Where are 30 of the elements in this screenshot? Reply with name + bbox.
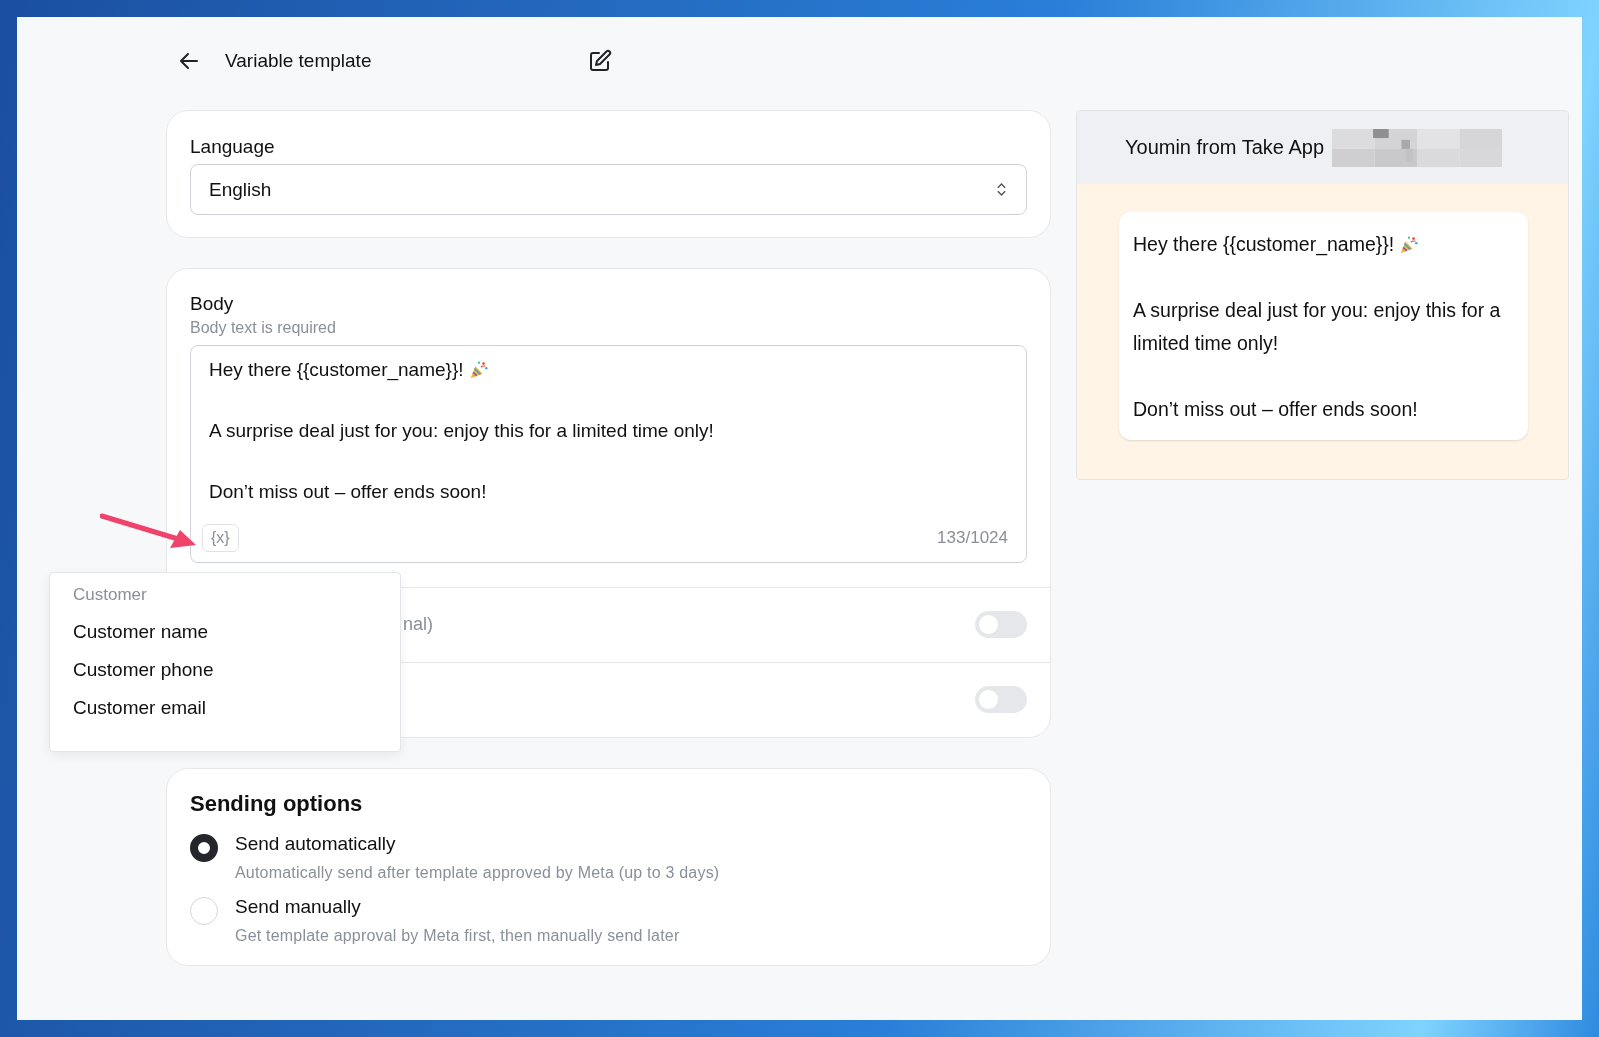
- menu-item[interactable]: Customer email: [73, 697, 207, 719]
- body-text: Don’t miss out – offer ends soon!: [209, 480, 487, 505]
- toggle-label: nal): [403, 614, 433, 636]
- body-label: Body: [190, 293, 235, 315]
- message-text: Don’t miss out – offer ends soon!: [1133, 397, 1419, 422]
- toggle-switch[interactable]: [975, 686, 1027, 714]
- edit-icon[interactable]: [588, 49, 612, 73]
- option-description: Automatically send after template approved by Meta (up to 3 days): [235, 863, 720, 882]
- menu-item[interactable]: Customer phone: [73, 659, 214, 681]
- page-title: Variable template: [225, 50, 373, 72]
- sender-name: Youmin from Take App: [1125, 136, 1324, 159]
- menu-item[interactable]: Customer name: [73, 621, 209, 643]
- menu-heading: Customer: [73, 585, 148, 605]
- character-counter: 133/1024: [937, 527, 1008, 548]
- body-text: Hey there {{customer_name}}!: [209, 355, 490, 386]
- language-select[interactable]: English: [190, 164, 1027, 215]
- option-label: Send manually: [235, 895, 362, 918]
- chevron-up-down-icon: [996, 181, 1007, 198]
- option-label: Send automatically: [235, 832, 397, 855]
- body-text-field[interactable]: Hey there {{customer_name}}! A surprise deal just for you: enjoy this for a limited time only! Don’t miss out – offer ends soon! {x} 133/1024: [190, 345, 1027, 563]
- message-text: A surprise deal just for you: enjoy this for a limited time only!: [1133, 298, 1502, 356]
- toggle-switch[interactable]: [975, 611, 1027, 639]
- radio-button[interactable]: [190, 833, 218, 862]
- section-title: Sending options: [190, 790, 364, 817]
- body-text: A surprise deal just for you: enjoy this for a limited time only!: [209, 419, 714, 444]
- option-description: Get template approval by Meta first, then manually send later: [235, 926, 680, 945]
- language-label: Language: [190, 136, 276, 158]
- body-hint: Body text is required: [190, 319, 337, 337]
- back-arrow-icon[interactable]: [178, 50, 200, 72]
- message-text: Hey there {{customer_name}}!: [1133, 228, 1421, 261]
